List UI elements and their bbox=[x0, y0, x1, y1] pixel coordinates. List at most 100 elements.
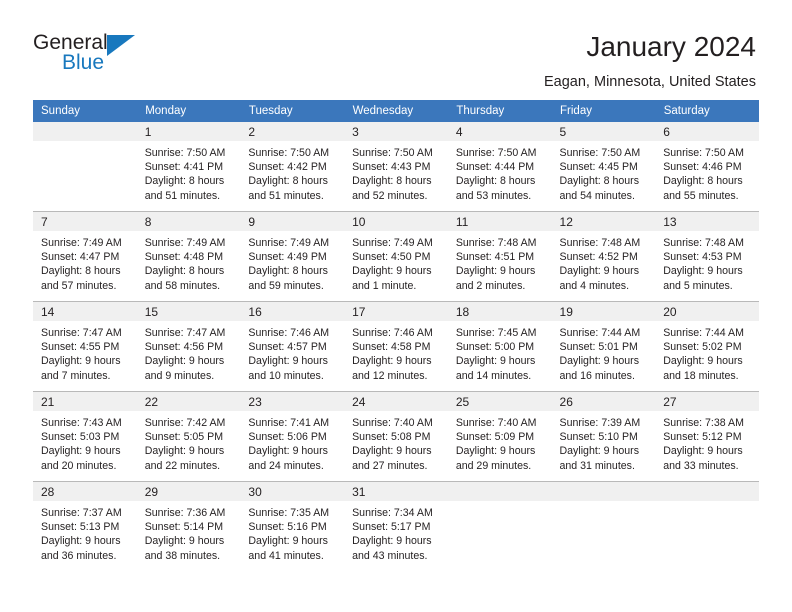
day-number: 13 bbox=[655, 212, 759, 231]
day-cell[interactable]: 4 Sunrise: 7:50 AM Sunset: 4:44 PM Dayli… bbox=[447, 122, 552, 212]
sunset-text: Sunset: 4:57 PM bbox=[248, 341, 327, 354]
day-cell[interactable]: 19 Sunrise: 7:44 AM Sunset: 5:01 PM Dayl… bbox=[551, 301, 656, 392]
day-cell[interactable]: 20 Sunrise: 7:44 AM Sunset: 5:02 PM Dayl… bbox=[655, 301, 759, 392]
day-cell[interactable]: 30 Sunrise: 7:35 AM Sunset: 5:16 PM Dayl… bbox=[240, 481, 345, 571]
daylight-text-line2: and 53 minutes. bbox=[455, 189, 532, 202]
day-details: Sunrise: 7:50 AM Sunset: 4:42 PM Dayligh… bbox=[240, 141, 344, 203]
sunrise-text: Sunrise: 7:38 AM bbox=[663, 417, 744, 429]
day-cell[interactable]: 16 Sunrise: 7:46 AM Sunset: 4:57 PM Dayl… bbox=[240, 301, 345, 392]
day-cell[interactable]: 3 Sunrise: 7:50 AM Sunset: 4:43 PM Dayli… bbox=[344, 122, 448, 212]
daylight-text-line2: and 51 minutes. bbox=[248, 189, 324, 202]
weekday-header-friday: Friday bbox=[551, 100, 656, 122]
day-cell[interactable]: 22 Sunrise: 7:42 AM Sunset: 5:05 PM Dayl… bbox=[136, 391, 241, 482]
week-row: 7 Sunrise: 7:49 AM Sunset: 4:47 PM Dayli… bbox=[33, 211, 759, 302]
day-cell[interactable]: 18 Sunrise: 7:45 AM Sunset: 5:00 PM Dayl… bbox=[447, 301, 552, 392]
day-cell[interactable]: 15 Sunrise: 7:47 AM Sunset: 4:56 PM Dayl… bbox=[136, 301, 241, 392]
day-cell[interactable]: 27 Sunrise: 7:38 AM Sunset: 5:12 PM Dayl… bbox=[655, 391, 759, 482]
day-details: Sunrise: 7:40 AM Sunset: 5:09 PM Dayligh… bbox=[448, 411, 552, 473]
sunset-text: Sunset: 5:10 PM bbox=[559, 431, 638, 444]
location-subtitle: Eagan, Minnesota, United States bbox=[544, 74, 756, 90]
day-number: 26 bbox=[551, 392, 656, 411]
daylight-text-line2: and 55 minutes. bbox=[663, 189, 739, 202]
day-details: Sunrise: 7:47 AM Sunset: 4:55 PM Dayligh… bbox=[33, 321, 137, 383]
day-cell[interactable]: 7 Sunrise: 7:49 AM Sunset: 4:47 PM Dayli… bbox=[33, 211, 137, 302]
day-number: 7 bbox=[33, 212, 137, 231]
daylight-text-line1: Daylight: 8 hours bbox=[455, 175, 536, 188]
daylight-text-line1: Daylight: 9 hours bbox=[41, 355, 121, 368]
weekday-header-thursday: Thursday bbox=[447, 100, 553, 122]
sunrise-text: Sunrise: 7:46 AM bbox=[352, 327, 433, 339]
sunset-text: Sunset: 5:08 PM bbox=[352, 431, 431, 444]
sunrise-text: Sunrise: 7:39 AM bbox=[559, 417, 641, 429]
day-cell[interactable]: 2 Sunrise: 7:50 AM Sunset: 4:42 PM Dayli… bbox=[240, 122, 345, 212]
sunset-text: Sunset: 4:51 PM bbox=[455, 251, 535, 264]
sunset-text: Sunset: 5:09 PM bbox=[455, 431, 535, 444]
day-cell[interactable] bbox=[33, 122, 137, 212]
day-details: Sunrise: 7:48 AM Sunset: 4:52 PM Dayligh… bbox=[552, 231, 656, 293]
day-details: Sunrise: 7:49 AM Sunset: 4:47 PM Dayligh… bbox=[33, 231, 137, 293]
day-cell[interactable]: 9 Sunrise: 7:49 AM Sunset: 4:49 PM Dayli… bbox=[240, 211, 345, 302]
daylight-text-line2: and 2 minutes. bbox=[455, 279, 526, 292]
sunset-text: Sunset: 4:49 PM bbox=[248, 251, 327, 264]
day-cell[interactable]: 10 Sunrise: 7:49 AM Sunset: 4:50 PM Dayl… bbox=[344, 211, 448, 302]
day-number: 21 bbox=[33, 392, 137, 411]
day-number: 4 bbox=[447, 122, 552, 141]
day-cell[interactable]: 23 Sunrise: 7:41 AM Sunset: 5:06 PM Dayl… bbox=[240, 391, 345, 482]
sunset-text: Sunset: 5:14 PM bbox=[144, 521, 224, 534]
day-number: 31 bbox=[344, 482, 448, 501]
day-details: Sunrise: 7:48 AM Sunset: 4:53 PM Dayligh… bbox=[655, 231, 759, 293]
daylight-text-line2: and 24 minutes. bbox=[248, 459, 324, 472]
weekday-header-tuesday: Tuesday bbox=[240, 100, 345, 122]
day-cell[interactable]: 14 Sunrise: 7:47 AM Sunset: 4:55 PM Dayl… bbox=[33, 301, 137, 392]
day-cell[interactable]: 12 Sunrise: 7:48 AM Sunset: 4:52 PM Dayl… bbox=[551, 211, 656, 302]
day-cell[interactable]: 8 Sunrise: 7:49 AM Sunset: 4:48 PM Dayli… bbox=[136, 211, 241, 302]
day-cell[interactable]: 21 Sunrise: 7:43 AM Sunset: 5:03 PM Dayl… bbox=[33, 391, 137, 482]
day-number: 2 bbox=[240, 122, 345, 141]
day-details: Sunrise: 7:50 AM Sunset: 4:43 PM Dayligh… bbox=[344, 141, 448, 203]
day-details: Sunrise: 7:35 AM Sunset: 5:16 PM Dayligh… bbox=[240, 501, 344, 563]
week-row: 1 Sunrise: 7:50 AM Sunset: 4:41 PM Dayli… bbox=[33, 122, 759, 212]
sunrise-text: Sunrise: 7:47 AM bbox=[144, 327, 226, 339]
weekday-header-wednesday: Wednesday bbox=[344, 100, 449, 122]
day-cell[interactable]: 25 Sunrise: 7:40 AM Sunset: 5:09 PM Dayl… bbox=[447, 391, 552, 482]
weekday-header-sunday: Sunday bbox=[33, 100, 138, 122]
day-number: 11 bbox=[447, 212, 552, 231]
day-details: Sunrise: 7:47 AM Sunset: 4:56 PM Dayligh… bbox=[137, 321, 241, 383]
sunset-text: Sunset: 5:00 PM bbox=[455, 341, 535, 354]
day-cell[interactable]: 1 Sunrise: 7:50 AM Sunset: 4:41 PM Dayli… bbox=[136, 122, 241, 212]
day-details: Sunrise: 7:48 AM Sunset: 4:51 PM Dayligh… bbox=[448, 231, 552, 293]
sunrise-text: Sunrise: 7:50 AM bbox=[144, 147, 226, 159]
sunset-text: Sunset: 5:12 PM bbox=[663, 431, 742, 444]
day-details: Sunrise: 7:50 AM Sunset: 4:45 PM Dayligh… bbox=[552, 141, 656, 203]
day-cell[interactable]: 31 Sunrise: 7:34 AM Sunset: 5:17 PM Dayl… bbox=[344, 481, 448, 571]
sunset-text: Sunset: 4:50 PM bbox=[352, 251, 431, 264]
weekday-header-monday: Monday bbox=[136, 100, 241, 122]
title-block: January 2024 Eagan, Minnesota, United St… bbox=[544, 28, 756, 92]
day-cell[interactable]: 26 Sunrise: 7:39 AM Sunset: 5:10 PM Dayl… bbox=[551, 391, 656, 482]
day-cell[interactable]: 11 Sunrise: 7:48 AM Sunset: 4:51 PM Dayl… bbox=[447, 211, 552, 302]
daylight-text-line2: and 16 minutes. bbox=[559, 369, 635, 382]
day-cell[interactable]: 29 Sunrise: 7:36 AM Sunset: 5:14 PM Dayl… bbox=[136, 481, 241, 571]
sunset-text: Sunset: 4:45 PM bbox=[559, 161, 638, 174]
day-details: Sunrise: 7:38 AM Sunset: 5:12 PM Dayligh… bbox=[655, 411, 759, 473]
sunrise-text: Sunrise: 7:49 AM bbox=[248, 237, 330, 249]
daylight-text-line2: and 20 minutes. bbox=[41, 459, 117, 472]
day-details bbox=[33, 141, 137, 146]
daylight-text-line2: and 22 minutes. bbox=[144, 459, 221, 472]
day-number: 5 bbox=[551, 122, 656, 141]
sunset-text: Sunset: 5:16 PM bbox=[248, 521, 327, 534]
day-cell[interactable]: 24 Sunrise: 7:40 AM Sunset: 5:08 PM Dayl… bbox=[344, 391, 448, 482]
day-cell[interactable]: 5 Sunrise: 7:50 AM Sunset: 4:45 PM Dayli… bbox=[551, 122, 656, 212]
day-cell[interactable]: 28 Sunrise: 7:37 AM Sunset: 5:13 PM Dayl… bbox=[33, 481, 137, 571]
day-number: 19 bbox=[551, 302, 656, 321]
sunrise-text: Sunrise: 7:50 AM bbox=[248, 147, 330, 159]
day-cell[interactable]: 17 Sunrise: 7:46 AM Sunset: 4:58 PM Dayl… bbox=[344, 301, 448, 392]
day-cell[interactable]: 13 Sunrise: 7:48 AM Sunset: 4:53 PM Dayl… bbox=[655, 211, 759, 302]
sunset-text: Sunset: 5:13 PM bbox=[41, 521, 120, 534]
daylight-text-line2: and 59 minutes. bbox=[248, 279, 324, 292]
day-cell[interactable]: 6 Sunrise: 7:50 AM Sunset: 4:46 PM Dayli… bbox=[655, 122, 759, 212]
sunrise-text: Sunrise: 7:46 AM bbox=[248, 327, 330, 339]
day-details: Sunrise: 7:49 AM Sunset: 4:48 PM Dayligh… bbox=[137, 231, 241, 293]
daylight-text-line1: Daylight: 9 hours bbox=[144, 355, 225, 368]
general-blue-logo[interactable]: General Blue bbox=[33, 28, 153, 80]
